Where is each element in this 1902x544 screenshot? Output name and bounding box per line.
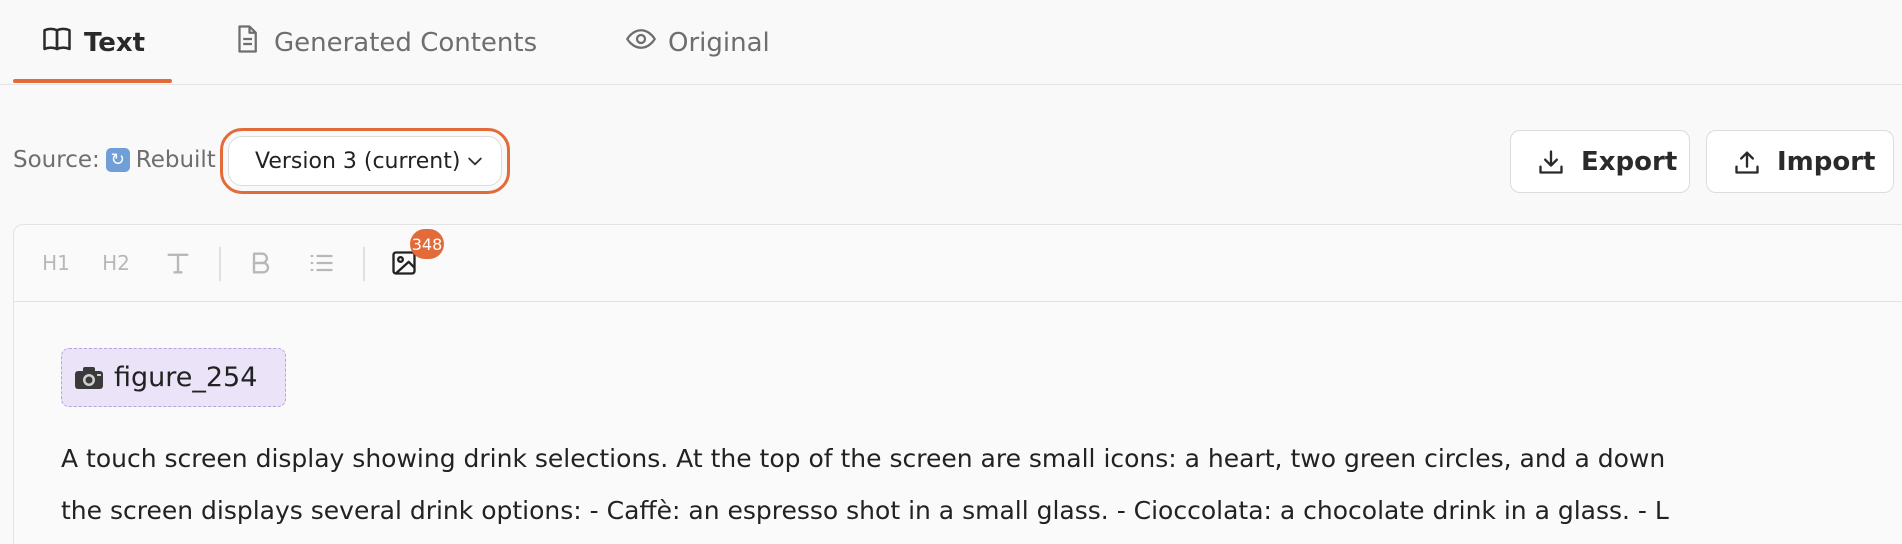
tab-bar: Text Generated Contents Original bbox=[0, 0, 1902, 85]
import-button[interactable]: Import bbox=[1706, 130, 1894, 193]
tab-generated-contents-label: Generated Contents bbox=[274, 27, 538, 58]
toolbar-divider bbox=[363, 247, 365, 281]
figure-description: A touch screen display showing drink sel… bbox=[61, 433, 1902, 537]
bold-icon bbox=[252, 252, 270, 274]
heading-1-label: H1 bbox=[42, 251, 70, 275]
source-value: Rebuilt bbox=[135, 147, 216, 173]
description-line: the screen displays several drink option… bbox=[61, 496, 1669, 525]
tab-original-label: Original bbox=[668, 27, 770, 58]
image-count-badge: 348 bbox=[410, 229, 444, 259]
rebuilt-icon: ↻ bbox=[105, 148, 130, 172]
eye-icon bbox=[625, 24, 657, 61]
download-icon bbox=[1539, 149, 1563, 174]
toolbar-divider bbox=[219, 247, 221, 281]
heading-2-button[interactable]: H2 bbox=[102, 247, 130, 279]
export-label: Export bbox=[1581, 146, 1678, 177]
heading-1-button[interactable]: H1 bbox=[42, 247, 70, 279]
heading-2-label: H2 bbox=[102, 251, 130, 275]
export-button[interactable]: Export bbox=[1510, 130, 1690, 193]
version-select[interactable]: Version 3 (current) bbox=[228, 136, 502, 186]
figure-label: figure_254 bbox=[114, 362, 258, 393]
list-icon bbox=[310, 254, 333, 272]
tab-text-label: Text bbox=[84, 27, 146, 58]
text-icon bbox=[167, 253, 189, 274]
text-editor[interactable]: H1 H2 348 figure_254 A touch screen disp… bbox=[13, 224, 1902, 544]
document-icon bbox=[232, 24, 262, 61]
source-info: Source: ↻ Rebuilt bbox=[13, 147, 216, 173]
editor-toolbar: H1 H2 348 bbox=[14, 225, 1902, 302]
bold-button[interactable] bbox=[246, 247, 276, 279]
version-select-value: Version 3 (current) bbox=[255, 148, 461, 174]
upload-icon bbox=[1735, 151, 1759, 174]
chevron-down-icon bbox=[468, 157, 482, 166]
camera-icon bbox=[75, 366, 103, 389]
description-line: A touch screen display showing drink sel… bbox=[61, 444, 1666, 473]
import-label: Import bbox=[1777, 146, 1876, 177]
bullet-list-button[interactable] bbox=[306, 247, 336, 279]
figure-chip[interactable]: figure_254 bbox=[61, 348, 286, 407]
tab-generated-contents[interactable]: Generated Contents bbox=[232, 0, 537, 85]
book-icon bbox=[42, 24, 72, 61]
tab-original[interactable]: Original bbox=[625, 0, 770, 85]
text-style-button[interactable] bbox=[162, 247, 194, 279]
active-tab-indicator bbox=[13, 79, 172, 83]
source-label: Source: bbox=[13, 147, 100, 173]
tab-text[interactable]: Text bbox=[42, 0, 145, 85]
